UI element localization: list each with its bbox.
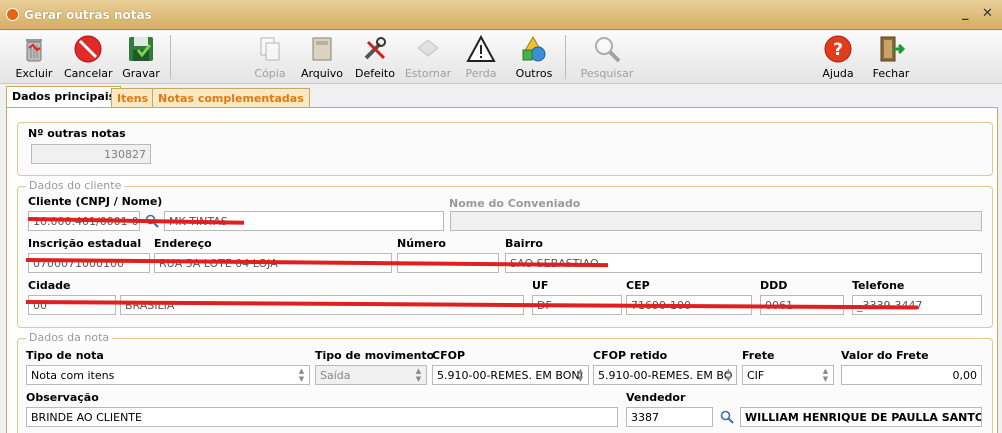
copy-icon xyxy=(260,37,280,61)
conveniado-field[interactable] xyxy=(450,211,982,231)
bairro-label: Bairro xyxy=(505,237,543,250)
app-icon xyxy=(6,8,19,21)
spinner-icon[interactable]: ▲ ▼ xyxy=(412,367,425,383)
observacao-field[interactable]: BRINDE AO CLIENTE xyxy=(26,407,618,427)
cliente-legend: Dados do cliente xyxy=(26,179,125,192)
cnpj-label: Cliente (CNPJ / Nome) xyxy=(28,195,163,208)
window-titlebar: Gerar outras notas _ ✕ xyxy=(0,0,1002,30)
cidade-label: Cidade xyxy=(28,279,71,292)
tab-itens[interactable]: Itens xyxy=(111,88,155,108)
toolbar-separator xyxy=(565,35,566,79)
spinner-icon[interactable]: ▲ ▼ xyxy=(295,367,308,383)
pesquisar-button[interactable]: Pesquisar xyxy=(580,31,634,84)
tools-icon xyxy=(364,37,386,60)
tipo-movimento-select[interactable]: Saída ▲ ▼ xyxy=(315,365,427,385)
reverse-icon xyxy=(417,39,439,57)
close-button[interactable]: ✕ xyxy=(982,6,993,21)
gravar-button[interactable]: Gravar xyxy=(120,31,162,84)
search-icon[interactable] xyxy=(720,410,734,424)
estornar-button[interactable]: Estornar xyxy=(404,31,452,84)
numero-group: Nº outras notas 130827 xyxy=(17,122,993,176)
archive-icon xyxy=(312,37,332,61)
tipo-movimento-label: Tipo de movimento xyxy=(315,349,435,362)
numero-label: Nº outras notas xyxy=(28,127,126,140)
tab-dados-principais[interactable]: Dados principais xyxy=(6,86,122,108)
cep-label: CEP xyxy=(626,279,650,292)
numero-endereco-label: Número xyxy=(397,237,446,250)
cancelar-button[interactable]: Cancelar xyxy=(64,31,113,84)
tab-notas-complementadas[interactable]: Notas complementadas xyxy=(152,88,310,108)
exit-door-icon xyxy=(880,36,906,62)
cfop-value: 5.910-00-REMES. EM BONI xyxy=(437,369,583,382)
telefone-label: Telefone xyxy=(852,279,905,292)
cliente-group: Dados do cliente Cliente (CNPJ / Nome) N… xyxy=(17,179,993,328)
numero-field[interactable]: 130827 xyxy=(31,144,151,164)
arquivo-button[interactable]: Arquivo xyxy=(300,31,344,84)
tab-strip: Dados principais Itens Notas complementa… xyxy=(0,86,1002,108)
main-panel: Nº outras notas 130827 Dados do cliente … xyxy=(6,107,998,433)
vendedor-code-field[interactable]: 3387 xyxy=(626,407,713,427)
warning-icon xyxy=(466,34,496,62)
ie-label: Inscrição estadual xyxy=(28,237,142,250)
toolbar-separator xyxy=(170,35,171,79)
nota-legend: Dados da nota xyxy=(26,331,113,344)
nota-group: Dados da nota Tipo de nota Tipo de movim… xyxy=(17,331,993,433)
cfop-label: CFOP xyxy=(432,349,465,362)
svg-text:?: ? xyxy=(833,40,843,60)
cfop-retido-value: 5.910-00-REMES. EM BO xyxy=(598,369,733,382)
cfop-retido-label: CFOP retido xyxy=(593,349,668,362)
copia-button[interactable]: Cópia xyxy=(250,31,290,84)
observacao-label: Observação xyxy=(26,391,99,404)
vendedor-name-field[interactable]: WILLIAM HENRIQUE DE PAULLA SANTOS ANJ xyxy=(740,407,982,427)
toolbar: Excluir Cancelar Gravar Cópia Arquivo De… xyxy=(0,31,1002,84)
ddd-label: DDD xyxy=(760,279,788,292)
vendedor-label: Vendedor xyxy=(626,391,686,404)
cancel-icon xyxy=(74,35,102,63)
tipo-nota-label: Tipo de nota xyxy=(26,349,104,362)
valor-frete-field[interactable]: 0,00 xyxy=(841,365,982,385)
uf-label: UF xyxy=(532,279,549,292)
perda-button[interactable]: Perda xyxy=(462,31,500,84)
frete-label: Frete xyxy=(742,349,775,362)
ajuda-button[interactable]: ? Ajuda xyxy=(818,31,858,84)
outros-button[interactable]: Outros xyxy=(512,31,556,84)
endereco-label: Endereço xyxy=(154,237,212,250)
tipo-nota-value: Nota com itens xyxy=(31,369,115,382)
window-title: Gerar outras notas xyxy=(24,8,152,22)
valor-frete-label: Valor do Frete xyxy=(841,349,929,362)
cfop-select[interactable]: 5.910-00-REMES. EM BONI ▲ ▼ xyxy=(432,365,589,385)
conveniado-label: Nome do Conveniado xyxy=(449,197,581,210)
defeito-button[interactable]: Defeito xyxy=(354,31,396,84)
tipo-movimento-value: Saída xyxy=(320,369,351,382)
tipo-nota-select[interactable]: Nota com itens ▲ ▼ xyxy=(26,365,310,385)
spinner-icon[interactable]: ▲ ▼ xyxy=(819,367,832,383)
excluir-button[interactable]: Excluir xyxy=(14,31,54,84)
trash-icon xyxy=(26,39,42,62)
help-icon: ? xyxy=(824,35,852,63)
cfop-retido-select[interactable]: 5.910-00-REMES. EM BO ▲ ▼ xyxy=(593,365,737,385)
shapes-icon xyxy=(522,36,546,62)
frete-select[interactable]: CIF ▲ ▼ xyxy=(742,365,834,385)
search-icon xyxy=(595,37,621,63)
save-disk-icon xyxy=(129,37,153,61)
spinner-icon[interactable]: ▲ ▼ xyxy=(722,367,735,383)
ie-field[interactable]: 0700071000100 xyxy=(28,253,150,273)
fechar-button[interactable]: Fechar xyxy=(870,31,912,84)
frete-value: CIF xyxy=(747,369,765,382)
spinner-icon[interactable]: ▲ ▼ xyxy=(574,367,587,383)
minimize-button[interactable]: _ xyxy=(962,6,969,21)
cidade-code-field[interactable]: 00 xyxy=(28,295,116,315)
